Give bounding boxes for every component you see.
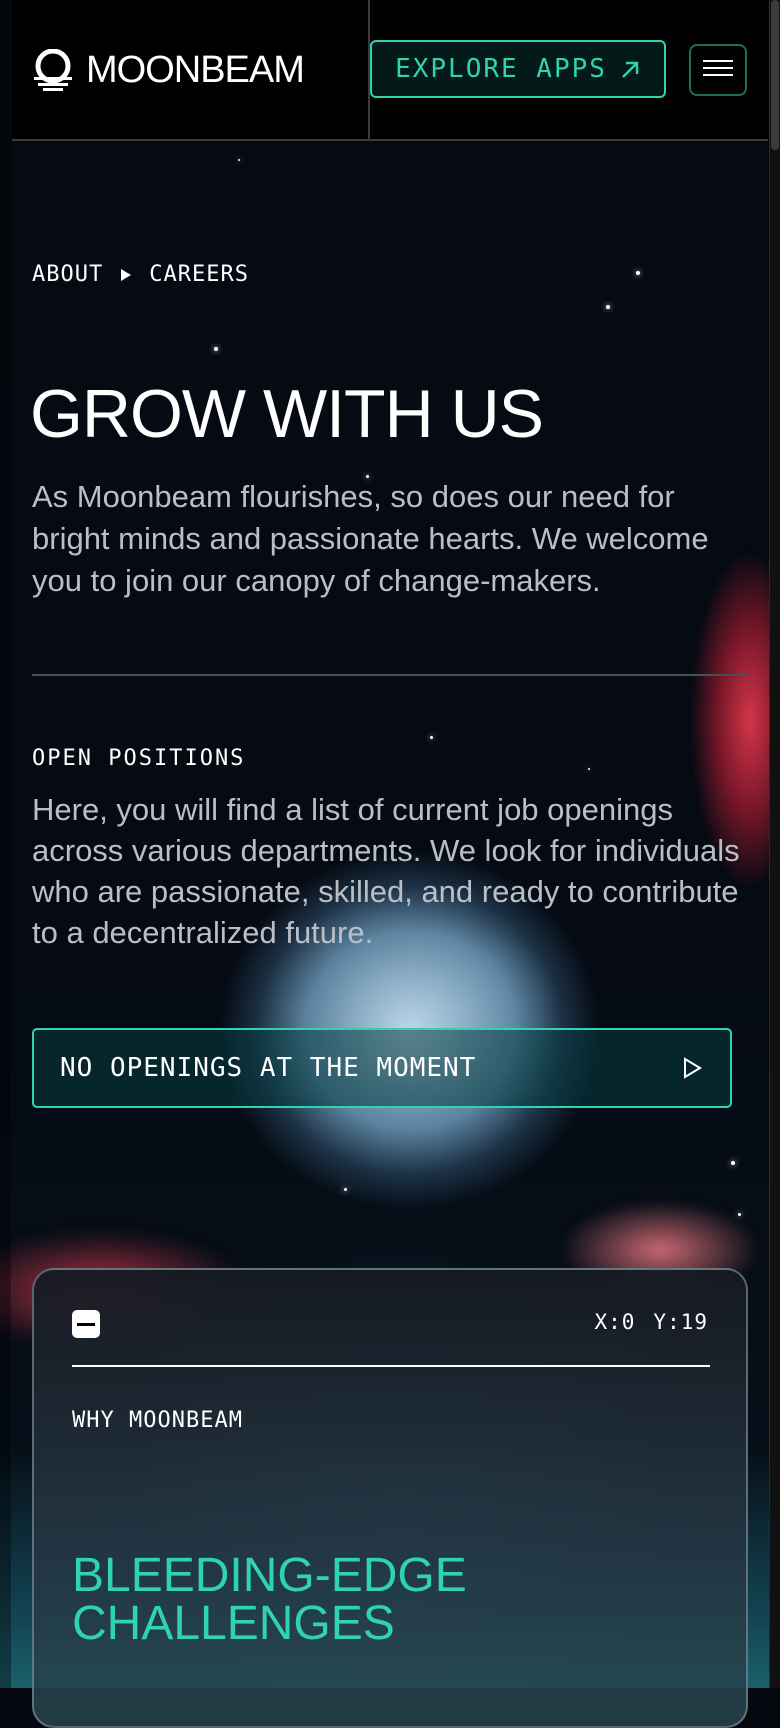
hamburger-menu-icon [703, 59, 733, 82]
coord-x: X:0 [594, 1310, 636, 1334]
collapse-icon[interactable] [72, 1310, 100, 1338]
page-title: GROW WITH US [30, 376, 544, 452]
no-openings-label: NO OPENINGS AT THE MOMENT [60, 1053, 477, 1083]
section-divider [32, 674, 748, 676]
breadcrumb-separator-icon [121, 268, 132, 281]
open-positions-label: OPEN POSITIONS [32, 746, 246, 771]
card-divider [72, 1365, 710, 1367]
explore-apps-button[interactable]: EXPLORE APPS [370, 40, 666, 98]
coordinate-readout: X:0 Y:19 [594, 1310, 708, 1334]
page-scrollbar[interactable] [769, 0, 780, 1688]
moonbeam-logo-icon [32, 48, 74, 91]
breadcrumb-careers[interactable]: CAREERS [149, 262, 249, 287]
hero-description: As Moonbeam flourishes, so does our need… [32, 479, 709, 598]
card-title-line2: CHALLENGES [72, 1597, 395, 1650]
left-edge-shade [0, 0, 11, 1688]
menu-button[interactable] [689, 44, 747, 96]
arrow-up-right-icon [619, 58, 641, 80]
scrollbar-thumb[interactable] [771, 0, 779, 150]
why-moonbeam-card: X:0 Y:19 WHY MOONBEAM BLEEDING-EDGE CHAL… [32, 1268, 748, 1728]
explore-apps-label: EXPLORE APPS [395, 54, 607, 84]
no-openings-button[interactable]: NO OPENINGS AT THE MOMENT [32, 1028, 732, 1108]
card-title-line1: BLEEDING-EDGE [72, 1549, 467, 1602]
breadcrumb: ABOUT CAREERS [32, 262, 249, 287]
site-header: MOONBEAM EXPLORE APPS [12, 0, 768, 141]
why-moonbeam-label: WHY MOONBEAM [72, 1408, 243, 1433]
coord-y: Y:19 [653, 1310, 708, 1334]
card-title: BLEEDING-EDGE CHALLENGES [72, 1552, 672, 1648]
brand-name: MOONBEAM [86, 48, 305, 91]
open-positions-description: Here, you will find a list of current jo… [32, 792, 740, 950]
play-icon [680, 1056, 704, 1080]
breadcrumb-about[interactable]: ABOUT [32, 262, 103, 287]
brand-logo[interactable]: MOONBEAM [32, 46, 305, 94]
